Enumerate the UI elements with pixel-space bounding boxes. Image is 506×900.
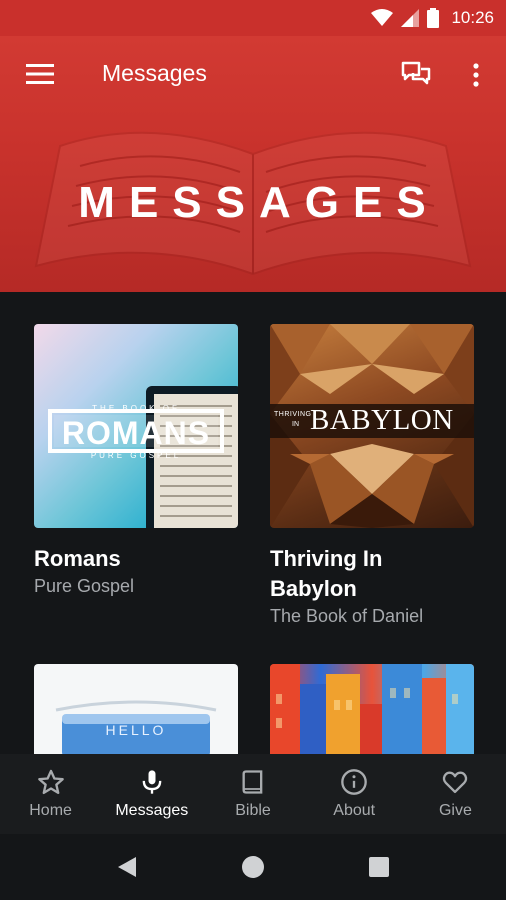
artwork-text-main: ROMANS <box>61 415 211 451</box>
microphone-icon <box>142 770 162 794</box>
nav-home[interactable]: Home <box>0 754 101 834</box>
series-card-city[interactable] <box>270 664 474 754</box>
system-navigation-bar <box>0 834 506 900</box>
series-artwork-babylon: THRIVING IN BABYLON <box>270 324 474 528</box>
nav-label: Home <box>29 802 72 819</box>
series-title: Romans <box>34 546 121 571</box>
nav-label: Bible <box>235 802 271 819</box>
nav-bible[interactable]: Bible <box>202 754 303 834</box>
series-artwork-city <box>270 664 474 754</box>
recents-square-icon <box>369 857 389 877</box>
hamburger-menu-icon <box>26 64 54 84</box>
artwork-text-main: HELLO <box>105 722 167 738</box>
artwork-text-top: THE BOOK OF <box>92 404 180 413</box>
artwork-text-bottom: PURE GOSPEL <box>90 451 182 460</box>
series-title: Thriving In Babylon <box>270 546 383 601</box>
back-button[interactable] <box>107 847 147 887</box>
bottom-navigation: Home Messages Bible About Give <box>0 754 506 834</box>
nav-label: Messages <box>115 802 189 819</box>
home-button[interactable] <box>233 847 273 887</box>
banner-heading: MESSAGES <box>78 178 440 227</box>
series-artwork-romans: THE BOOK OF ROMANS PURE GOSPEL <box>34 324 238 528</box>
book-icon <box>242 770 263 794</box>
status-time: 10:26 <box>451 8 494 27</box>
artwork-prefix-top: THRIVING <box>274 411 312 418</box>
nav-messages[interactable]: Messages <box>101 754 202 834</box>
chat-button[interactable] <box>398 58 434 92</box>
series-card-romans[interactable]: THE BOOK OF ROMANS PURE GOSPEL Romans Pu… <box>34 324 238 597</box>
nav-label: Give <box>438 802 472 819</box>
info-icon <box>341 769 368 795</box>
header-banner: Messages MESSAGES <box>0 36 506 292</box>
status-bar: 10:26 <box>0 0 506 36</box>
series-card-hello[interactable]: HELLO <box>34 664 238 754</box>
nav-about[interactable]: About <box>304 754 405 834</box>
page-title: Messages <box>102 60 207 86</box>
nav-give[interactable]: Give <box>405 754 506 834</box>
home-circle-icon <box>242 856 264 878</box>
menu-button[interactable] <box>22 60 58 88</box>
wifi-icon <box>371 9 394 26</box>
artwork-prefix-bottom: IN <box>292 421 299 428</box>
star-icon <box>37 769 64 795</box>
chat-icon <box>401 61 431 85</box>
cell-signal-icon <box>401 9 420 27</box>
series-card-thriving-in-babylon[interactable]: THRIVING IN BABYLON Thriving In Babylon … <box>270 324 474 627</box>
series-subtitle: Pure Gospel <box>34 576 135 596</box>
more-vertical-icon <box>473 63 479 87</box>
artwork-text-main: BABYLON <box>310 404 454 436</box>
nav-label: About <box>333 802 376 819</box>
series-subtitle: The Book of Daniel <box>270 606 424 626</box>
heart-icon <box>443 771 468 794</box>
overflow-menu-button[interactable] <box>462 58 490 92</box>
messages-grid: THE BOOK OF ROMANS PURE GOSPEL Romans Pu… <box>0 292 506 754</box>
battery-icon <box>427 8 440 28</box>
recents-button[interactable] <box>359 847 399 887</box>
series-artwork-hello: HELLO <box>34 664 238 754</box>
back-triangle-icon <box>118 857 136 877</box>
